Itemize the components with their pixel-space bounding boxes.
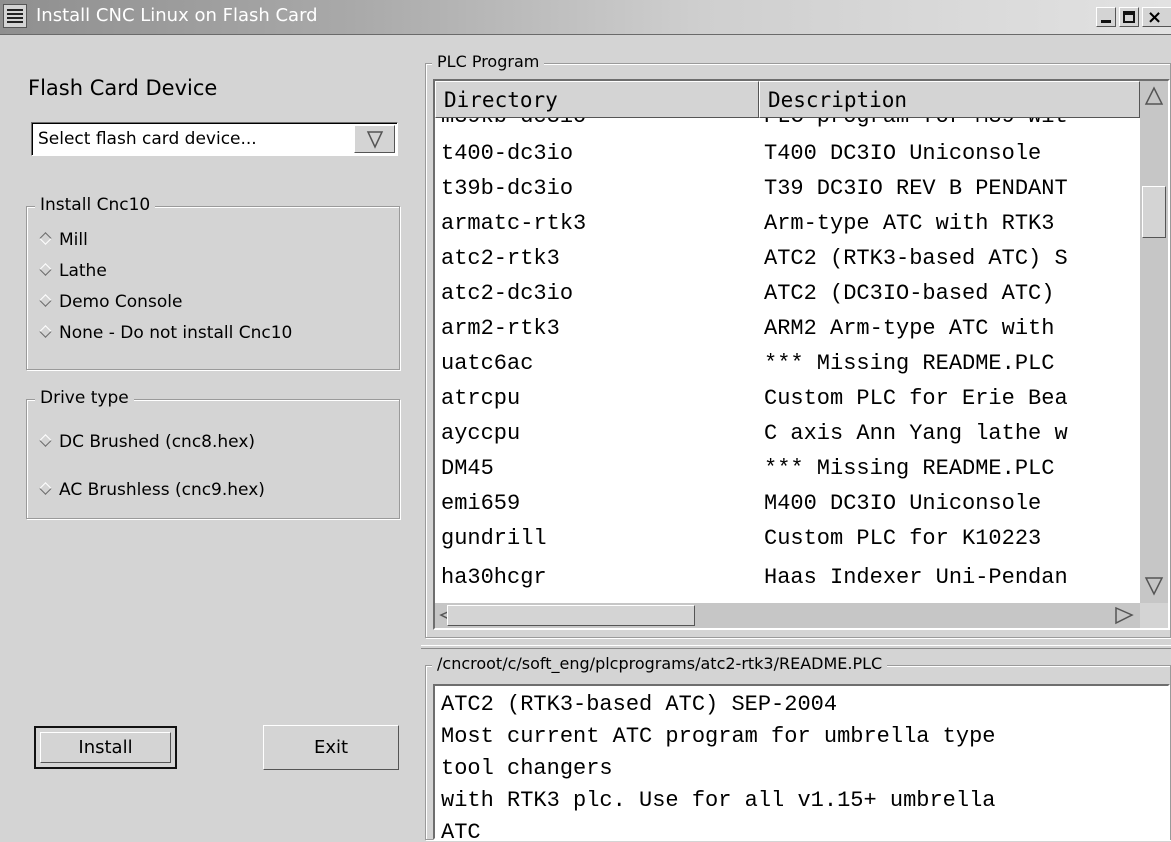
vertical-scrollbar[interactable] xyxy=(1140,81,1168,603)
row-directory: atrcpu xyxy=(441,386,521,411)
radio-icon xyxy=(39,294,52,307)
dropdown-button[interactable] xyxy=(354,125,395,153)
install-cnc10-group: Install Cnc10 Mill Lathe Demo Console No… xyxy=(26,195,400,370)
row-directory: atc2-dc3io xyxy=(441,281,574,306)
row-directory: DM45 xyxy=(441,456,494,481)
radio-icon xyxy=(39,263,52,276)
row-directory: ayccpu xyxy=(441,421,521,446)
table-row[interactable]: t39b-dc3io T39 DC3IO REV B PENDANT xyxy=(435,173,1140,208)
drive-type-group: Drive type DC Brushed (cnc8.hex) AC Brus… xyxy=(26,388,400,519)
scroll-corner xyxy=(1140,603,1168,628)
row-description: Arm-type ATC with RTK3 xyxy=(764,211,1055,236)
install-cnc10-title: Install Cnc10 xyxy=(35,195,156,215)
table-row[interactable]: armatc-rtk3 Arm-type ATC with RTK3 xyxy=(435,208,1140,243)
table-row[interactable]: atc2-rtk3 ATC2 (RTK3-based ATC) S xyxy=(435,243,1140,278)
horizontal-scrollbar[interactable] xyxy=(435,603,1140,628)
radio-label: Demo Console xyxy=(59,292,183,312)
row-directory: armatc-rtk3 xyxy=(441,211,587,236)
row-directory: t39b-dc3io xyxy=(441,176,574,201)
window-title: Install CNC Linux on Flash Card xyxy=(36,5,318,26)
radio-icon xyxy=(39,325,52,338)
table-row[interactable]: ayccpu C axis Ann Yang lathe w xyxy=(435,418,1140,453)
install-button[interactable]: Install xyxy=(40,732,171,763)
table-row[interactable]: emi659 M400 DC3IO Uniconsole xyxy=(435,488,1140,523)
plc-rows: m39kb-dc3io PLC program for M39 wit t400-… xyxy=(435,118,1140,603)
row-description: ATC2 (RTK3-based ATC) S xyxy=(764,246,1068,271)
row-directory: m39kb-dc3io xyxy=(441,118,586,129)
row-description: ARM2 Arm-type ATC with xyxy=(764,316,1055,341)
scroll-down-icon[interactable] xyxy=(1143,575,1165,597)
exit-button[interactable]: Exit xyxy=(263,725,399,770)
radio-label: Lathe xyxy=(59,261,107,281)
close-button[interactable]: × xyxy=(1142,7,1171,28)
radio-none[interactable]: None - Do not install Cnc10 xyxy=(39,323,293,343)
vertical-scroll-thumb[interactable] xyxy=(1142,186,1166,238)
row-description: T39 DC3IO REV B PENDANT xyxy=(764,176,1068,201)
triangle-down-icon xyxy=(366,131,384,149)
row-description: C axis Ann Yang lathe w xyxy=(764,421,1068,446)
readme-line: tool changers xyxy=(441,756,613,781)
flash-card-device-select[interactable]: Select flash card device... xyxy=(31,122,398,156)
table-row[interactable]: m39kb-dc3io PLC program for M39 wit xyxy=(435,118,1140,136)
table-row[interactable]: ha30hcgr Haas Indexer Uni-Pendan xyxy=(435,562,1140,597)
table-row[interactable]: DM45 *** Missing README.PLC xyxy=(435,453,1140,488)
title-bar[interactable]: Install CNC Linux on Flash Card × xyxy=(0,0,1171,35)
table-row[interactable]: arm2-rtk3 ARM2 Arm-type ATC with xyxy=(435,313,1140,348)
flash-card-device-label: Flash Card Device xyxy=(28,76,218,100)
row-directory: gundrill xyxy=(441,526,547,551)
readme-line: with RTK3 plc. Use for all v1.15+ umbrel… xyxy=(441,788,996,813)
radio-label: Mill xyxy=(59,230,88,250)
radio-mill[interactable]: Mill xyxy=(39,230,88,250)
row-directory: arm2-rtk3 xyxy=(441,316,560,341)
scroll-up-icon[interactable] xyxy=(1143,85,1165,107)
row-description: ATC2 (DC3IO-based ATC) xyxy=(764,281,1055,306)
row-directory: atc2-rtk3 xyxy=(441,246,560,271)
radio-ac-brushless[interactable]: AC Brushless (cnc9.hex) xyxy=(39,480,265,500)
row-directory: ha30hcgr xyxy=(441,565,547,590)
table-row[interactable]: t400-dc3io T400 DC3IO Uniconsole xyxy=(435,138,1140,173)
minimize-button[interactable] xyxy=(1096,7,1116,27)
radio-icon xyxy=(39,482,52,495)
radio-icon xyxy=(39,434,52,447)
close-icon: × xyxy=(1147,7,1163,28)
device-select-value: Select flash card device... xyxy=(38,129,257,149)
column-header-description[interactable]: Description xyxy=(759,81,1140,118)
row-description: PLC program for M39 wit xyxy=(764,118,1068,129)
row-description: M400 DC3IO Uniconsole xyxy=(764,491,1042,516)
horizontal-scroll-thumb[interactable] xyxy=(447,605,695,626)
window-menu-icon[interactable] xyxy=(3,4,27,28)
row-directory: uatc6ac xyxy=(441,351,534,376)
table-row[interactable]: uatc6ac *** Missing README.PLC xyxy=(435,348,1140,383)
maximize-button[interactable] xyxy=(1119,7,1139,27)
readme-text-area[interactable]: ATC2 (RTK3-based ATC) SEP-2004 Most curr… xyxy=(433,684,1170,840)
plc-program-title: PLC Program xyxy=(432,52,545,71)
radio-label: DC Brushed (cnc8.hex) xyxy=(59,432,256,452)
row-description: *** Missing README.PLC xyxy=(764,456,1055,481)
readme-line: Most current ATC program for umbrella ty… xyxy=(441,724,996,749)
plc-program-list[interactable]: Directory Description m39kb-dc3io PLC pro… xyxy=(433,79,1170,630)
pane-splitter[interactable] xyxy=(421,645,1171,649)
table-row[interactable]: gundrill Custom PLC for K10223 xyxy=(435,523,1140,558)
radio-label: None - Do not install Cnc10 xyxy=(59,323,293,343)
row-description: Custom PLC for Erie Bea xyxy=(764,386,1068,411)
row-description: Haas Indexer Uni-Pendan xyxy=(764,565,1068,590)
readme-path-title: /cncroot/c/soft_eng/plcprograms/atc2-rtk… xyxy=(432,654,888,673)
radio-dc-brushed[interactable]: DC Brushed (cnc8.hex) xyxy=(39,432,256,452)
drive-type-title: Drive type xyxy=(35,388,134,408)
readme-line: ATC2 (RTK3-based ATC) SEP-2004 xyxy=(441,692,838,717)
row-description: T400 DC3IO Uniconsole xyxy=(764,141,1042,166)
radio-selected-icon xyxy=(39,232,52,245)
row-directory: emi659 xyxy=(441,491,521,516)
row-directory: t400-dc3io xyxy=(441,141,574,166)
row-description: Custom PLC for K10223 xyxy=(764,526,1042,551)
readme-line: ATC xyxy=(441,820,481,840)
table-row[interactable]: atc2-dc3io ATC2 (DC3IO-based ATC) xyxy=(435,278,1140,313)
radio-label: AC Brushless (cnc9.hex) xyxy=(59,480,265,500)
table-row[interactable]: atrcpu Custom PLC for Erie Bea xyxy=(435,383,1140,418)
radio-demo-console[interactable]: Demo Console xyxy=(39,292,183,312)
row-description: *** Missing README.PLC xyxy=(764,351,1055,376)
scroll-right-icon[interactable] xyxy=(1113,605,1135,626)
radio-lathe[interactable]: Lathe xyxy=(39,261,107,281)
column-header-directory[interactable]: Directory xyxy=(435,81,759,118)
